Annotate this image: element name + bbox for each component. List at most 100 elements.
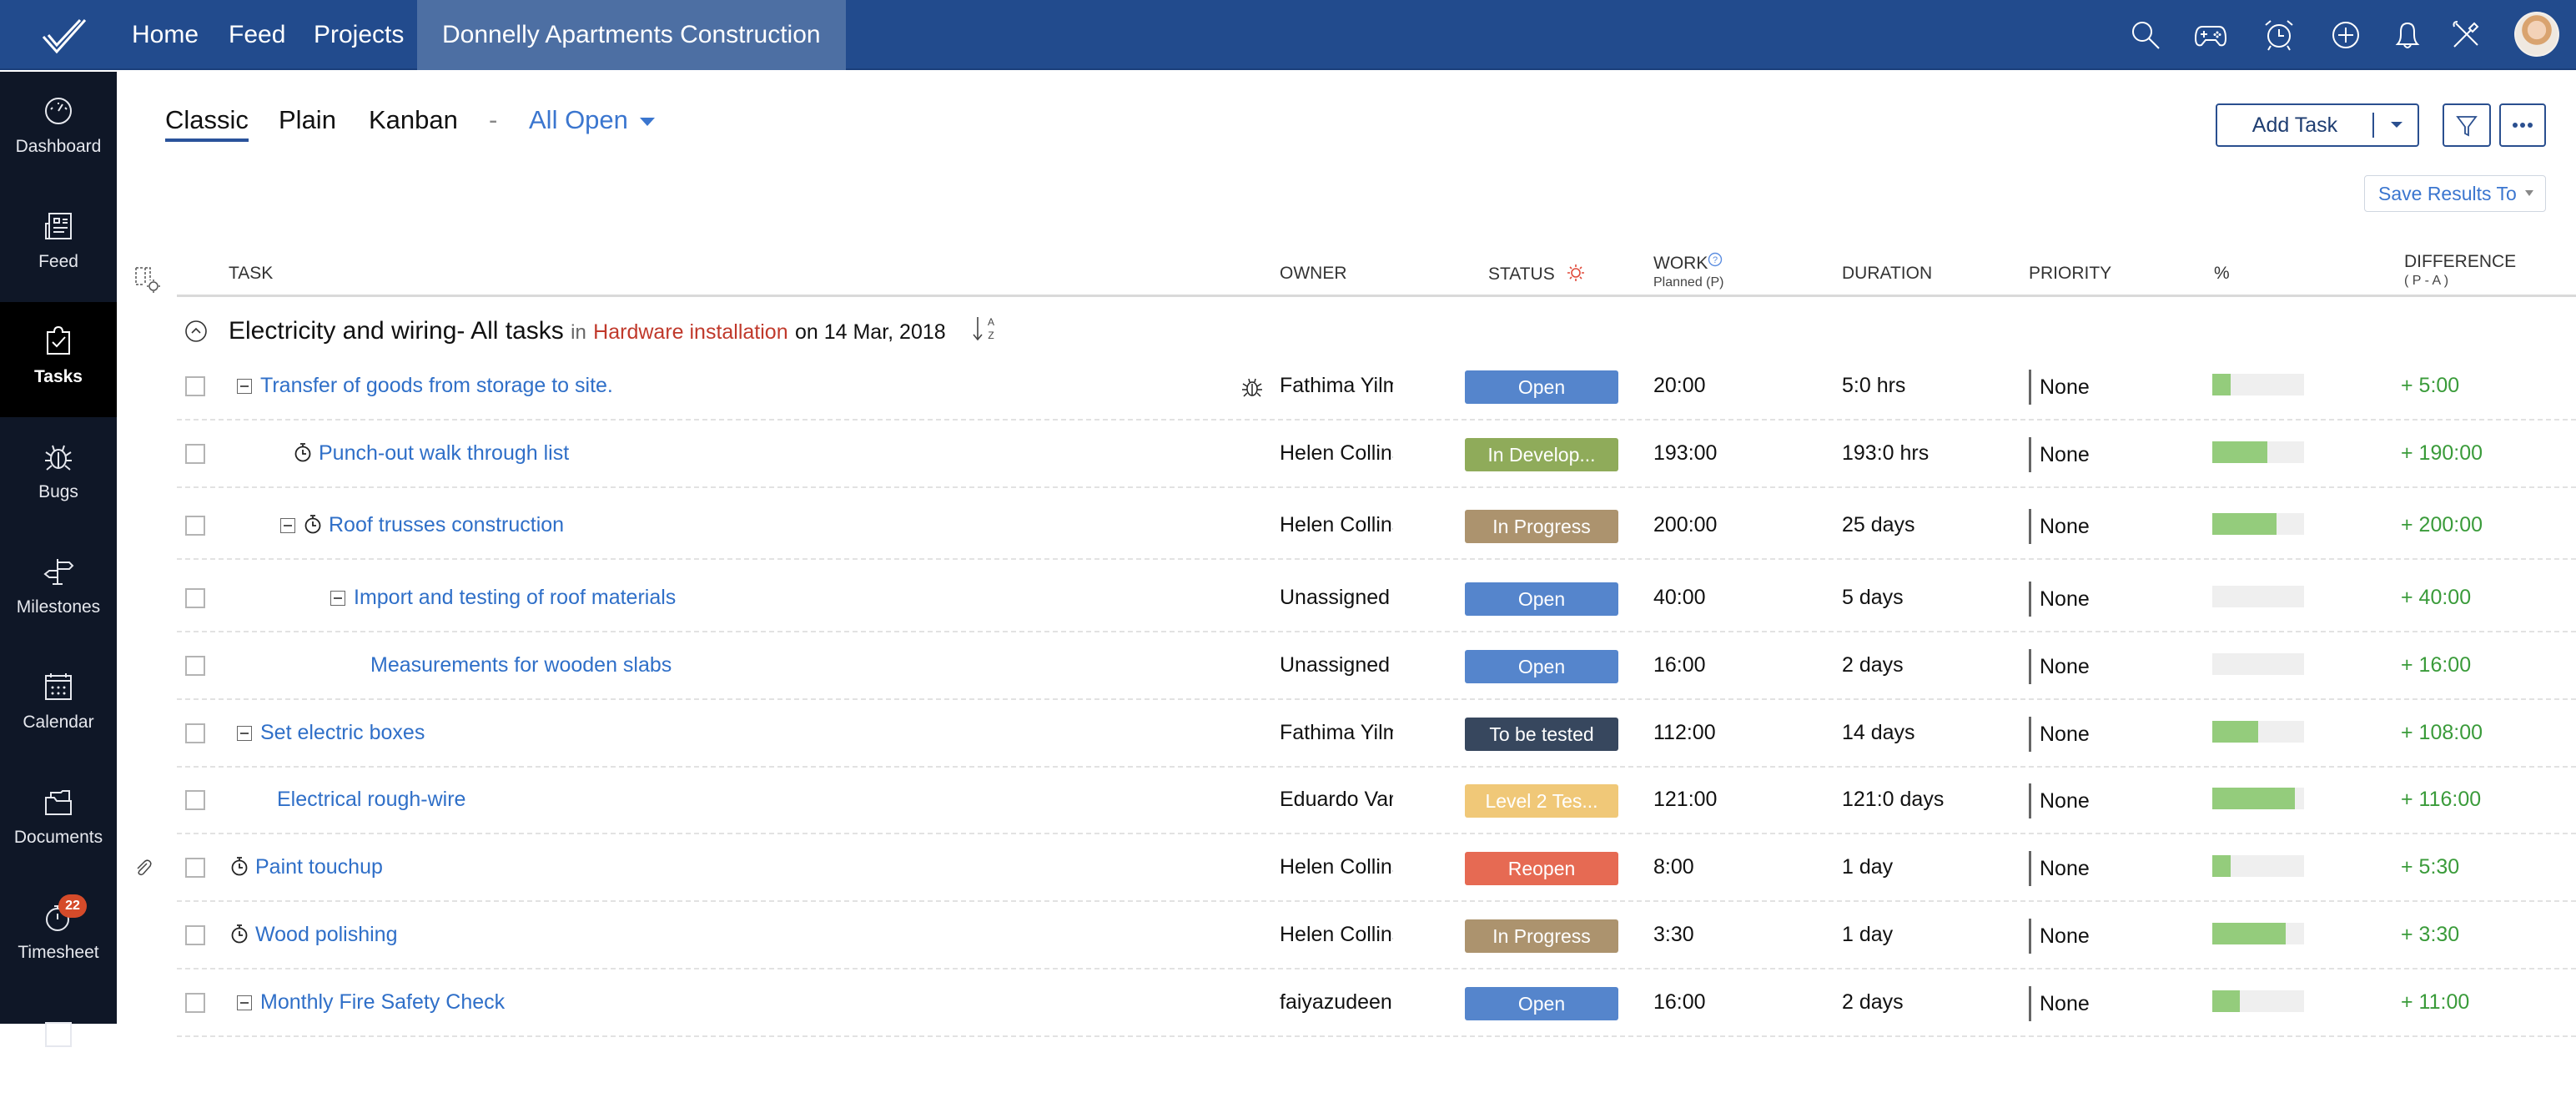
filter-dropdown[interactable]: All Open bbox=[529, 105, 655, 135]
gamepad-icon[interactable] bbox=[2194, 18, 2227, 52]
status-badge[interactable]: In Develop... bbox=[1465, 438, 1618, 471]
sidebar-item-milestones[interactable]: Milestones bbox=[0, 532, 117, 647]
add-task-button[interactable]: Add Task bbox=[2216, 103, 2419, 147]
column-work[interactable]: WORK? Planned (P) bbox=[1653, 252, 1724, 290]
task-priority[interactable]: None bbox=[2029, 649, 2090, 684]
app-logo-icon[interactable] bbox=[40, 17, 90, 55]
progress-bar[interactable] bbox=[2212, 855, 2304, 877]
filter-button[interactable] bbox=[2443, 103, 2491, 147]
collapse-subtasks-icon[interactable] bbox=[330, 591, 345, 607]
save-results-dropdown[interactable]: Save Results To bbox=[2364, 175, 2546, 212]
attachment-icon[interactable] bbox=[133, 859, 153, 879]
status-badge[interactable]: To be tested bbox=[1465, 718, 1618, 751]
status-badge[interactable]: Open bbox=[1465, 582, 1618, 616]
progress-bar[interactable] bbox=[2212, 788, 2304, 809]
task-name-link[interactable]: Set electric boxes bbox=[260, 721, 425, 744]
progress-bar[interactable] bbox=[2212, 513, 2304, 535]
sidebar-item-tasks[interactable]: Tasks bbox=[0, 302, 117, 417]
sidebar-item-bugs[interactable]: Bugs bbox=[0, 417, 117, 532]
task-priority[interactable]: None bbox=[2029, 582, 2090, 617]
group-project-link[interactable]: Hardware installation bbox=[593, 320, 787, 344]
progress-bar[interactable] bbox=[2212, 721, 2304, 743]
task-row[interactable]: Punch-out walk through list Helen Collins… bbox=[177, 421, 2576, 488]
task-name-link[interactable]: Import and testing of roof materials bbox=[354, 586, 676, 609]
collapse-group-icon[interactable] bbox=[184, 319, 209, 344]
task-row[interactable]: Paint touchup Helen Collins Reopen 8:00 1 da… bbox=[137, 835, 2576, 902]
column-percent[interactable]: % bbox=[2214, 264, 2230, 284]
sidebar-item-timesheet[interactable]: 22 Timesheet bbox=[0, 878, 117, 993]
task-checkbox[interactable] bbox=[185, 925, 205, 945]
nav-home[interactable]: Home bbox=[132, 0, 199, 70]
task-checkbox[interactable] bbox=[185, 376, 205, 396]
chevron-down-icon[interactable] bbox=[2391, 122, 2402, 128]
task-owner[interactable]: Helen Collins bbox=[1280, 441, 1393, 466]
task-row[interactable]: Measurements for wooden slabs Unassigned O… bbox=[177, 633, 2576, 700]
task-row[interactable]: Transfer of goods from storage to site. F… bbox=[177, 354, 2576, 421]
status-badge[interactable]: Open bbox=[1465, 370, 1618, 404]
task-checkbox[interactable] bbox=[185, 588, 205, 608]
sidebar-item-more[interactable] bbox=[0, 993, 117, 1108]
task-row[interactable]: Roof trusses construction Helen Collins In… bbox=[177, 493, 2576, 560]
status-badge[interactable]: Reopen bbox=[1465, 852, 1618, 885]
status-settings-gear-icon[interactable] bbox=[1567, 264, 1585, 282]
task-priority[interactable]: None bbox=[2029, 509, 2090, 544]
task-checkbox[interactable] bbox=[185, 993, 205, 1013]
timer-icon[interactable] bbox=[294, 442, 312, 462]
task-name-link[interactable]: Electrical rough-wire bbox=[277, 788, 465, 811]
task-checkbox[interactable] bbox=[185, 656, 205, 676]
task-name-link[interactable]: Monthly Fire Safety Check bbox=[260, 990, 505, 1014]
sidebar-item-dashboard[interactable]: Dashboard bbox=[0, 72, 117, 187]
timer-icon[interactable] bbox=[304, 514, 322, 534]
add-circle-icon[interactable] bbox=[2329, 18, 2362, 52]
task-row[interactable]: Wood polishing Helen Collins In Progress 3:… bbox=[177, 903, 2576, 970]
progress-bar[interactable] bbox=[2212, 923, 2304, 944]
column-task[interactable]: TASK bbox=[229, 264, 273, 284]
task-name-link[interactable]: Wood polishing bbox=[255, 923, 397, 946]
task-name-link[interactable]: Measurements for wooden slabs bbox=[370, 653, 672, 677]
task-priority[interactable]: None bbox=[2029, 370, 2090, 405]
tab-plain[interactable]: Plain bbox=[279, 105, 336, 135]
alarm-clock-icon[interactable] bbox=[2262, 18, 2296, 52]
task-owner[interactable]: Helen Collins bbox=[1280, 513, 1393, 537]
nav-feed[interactable]: Feed bbox=[229, 0, 285, 70]
sidebar-item-documents[interactable]: Documents bbox=[0, 763, 117, 878]
progress-bar[interactable] bbox=[2212, 441, 2304, 463]
task-priority[interactable]: None bbox=[2029, 851, 2090, 886]
task-checkbox[interactable] bbox=[185, 790, 205, 810]
status-badge[interactable]: In Progress bbox=[1465, 919, 1618, 953]
tab-kanban[interactable]: Kanban bbox=[369, 105, 458, 135]
sidebar-item-feed[interactable]: Feed bbox=[0, 187, 117, 302]
timer-icon[interactable] bbox=[230, 924, 249, 944]
tab-classic[interactable]: Classic bbox=[165, 105, 249, 142]
timer-icon[interactable] bbox=[230, 856, 249, 876]
progress-bar[interactable] bbox=[2212, 374, 2304, 395]
task-owner[interactable]: Fathima Yilmaz bbox=[1280, 374, 1393, 398]
task-priority[interactable]: None bbox=[2029, 919, 2090, 954]
bug-icon[interactable] bbox=[1241, 375, 1263, 399]
column-status[interactable]: STATUS bbox=[1488, 264, 1585, 285]
task-row[interactable]: Set electric boxes Fathima Yilmaz To be te… bbox=[177, 701, 2576, 768]
sidebar-item-calendar[interactable]: Calendar bbox=[0, 647, 117, 763]
nav-projects[interactable]: Projects bbox=[314, 0, 404, 70]
collapse-subtasks-icon[interactable] bbox=[280, 518, 295, 534]
status-badge[interactable]: Level 2 Tes... bbox=[1465, 784, 1618, 818]
column-duration[interactable]: DURATION bbox=[1842, 264, 1932, 284]
task-owner[interactable]: Unassigned bbox=[1280, 653, 1393, 677]
nav-active-project[interactable]: Donnelly Apartments Construction bbox=[417, 0, 846, 70]
progress-bar[interactable] bbox=[2212, 990, 2304, 1012]
status-badge[interactable]: In Progress bbox=[1465, 510, 1618, 543]
task-checkbox[interactable] bbox=[185, 723, 205, 743]
task-name-link[interactable]: Punch-out walk through list bbox=[319, 441, 569, 465]
task-owner[interactable]: Eduardo Vargas bbox=[1280, 788, 1393, 812]
task-priority[interactable]: None bbox=[2029, 717, 2090, 752]
task-name-link[interactable]: Paint touchup bbox=[255, 855, 383, 879]
task-name-link[interactable]: Roof trusses construction bbox=[329, 513, 564, 536]
task-row[interactable]: Electrical rough-wire Eduardo Vargas Level… bbox=[177, 768, 2576, 834]
task-row[interactable]: Import and testing of roof materials Unas… bbox=[177, 566, 2576, 632]
task-row[interactable]: Monthly Fire Safety Check faiyazudeen Open… bbox=[177, 970, 2576, 1037]
task-owner[interactable]: Helen Collins bbox=[1280, 855, 1393, 879]
sort-az-icon[interactable]: AZ bbox=[971, 314, 999, 344]
task-priority[interactable]: None bbox=[2029, 437, 2090, 472]
progress-bar[interactable] bbox=[2212, 586, 2304, 607]
task-priority[interactable]: None bbox=[2029, 783, 2090, 818]
